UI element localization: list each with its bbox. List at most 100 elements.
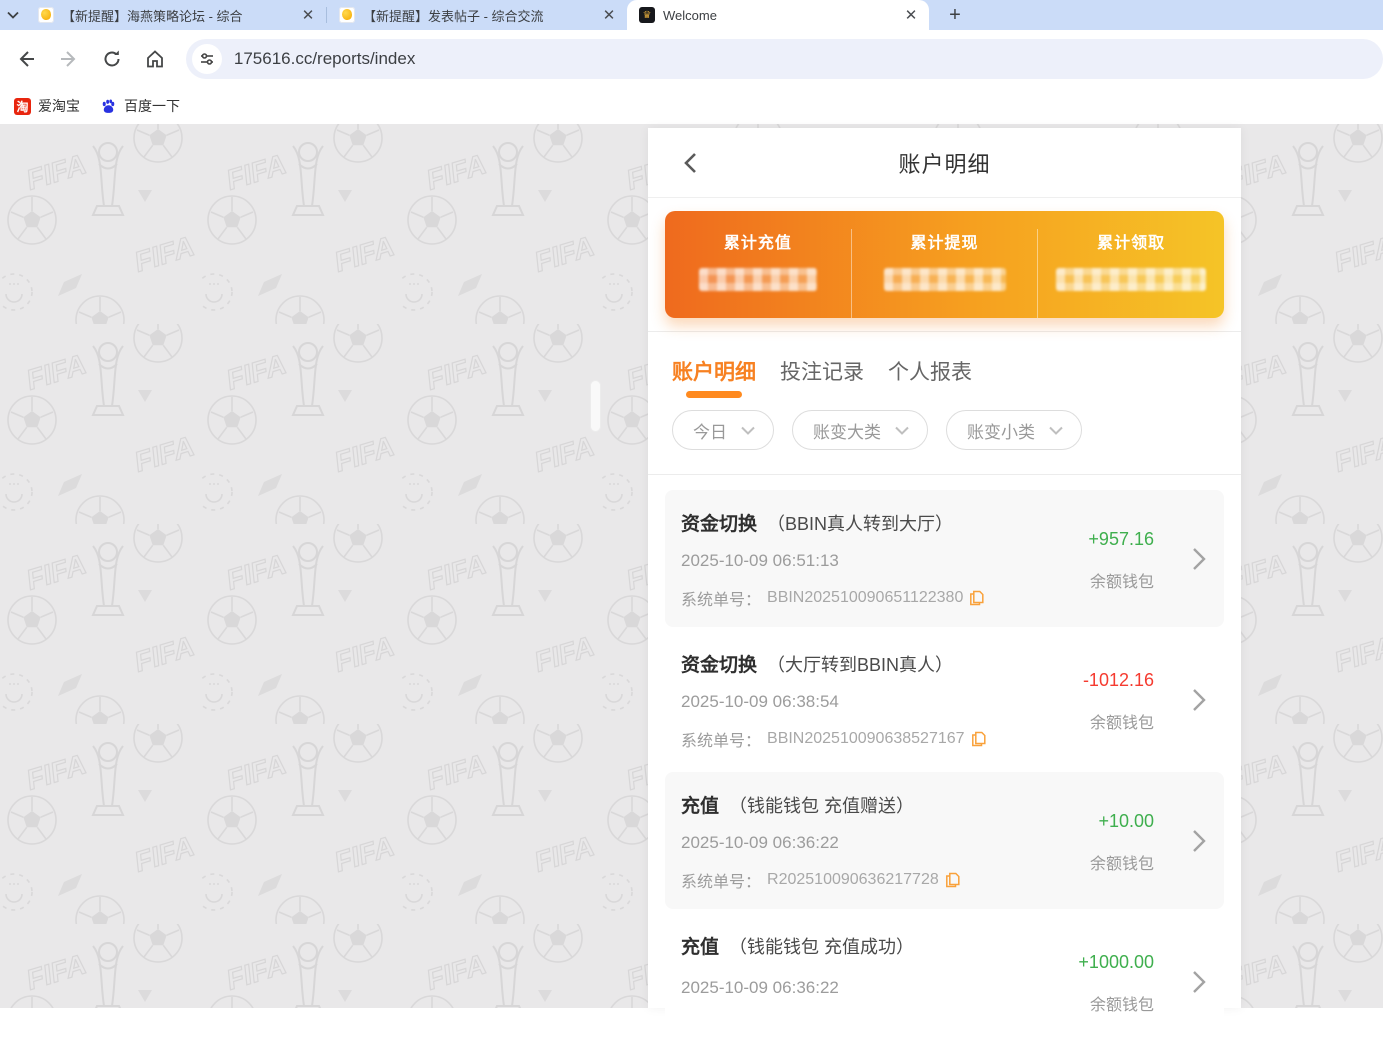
transaction-subtitle: （钱能钱包 充值成功）: [729, 933, 914, 959]
transaction-info: 资金切换 （BBIN真人转到大厅） 2025-10-09 06:51:13 系统…: [681, 509, 1014, 610]
url-text[interactable]: 175616.cc/reports/index: [234, 49, 415, 69]
chevron-down-icon: [741, 426, 755, 435]
transaction-info: 充值 （钱能钱包 充值赠送） 2025-10-09 06:36:22 系统单号：…: [681, 791, 1014, 892]
transaction-subtitle: （钱能钱包 充值赠送）: [729, 792, 914, 818]
transaction-row[interactable]: 资金切换 （BBIN真人转到大厅） 2025-10-09 06:51:13 系统…: [665, 490, 1224, 627]
transaction-datetime: 2025-10-09 06:51:13: [681, 551, 1014, 571]
bookmark-label: 百度一下: [124, 96, 180, 116]
browser-tab-1[interactable]: 【新提醒】海燕策略论坛 - 综合 ✕: [26, 0, 326, 30]
order-label: 系统单号：: [681, 727, 761, 751]
order-line: 系统单号：R202510090636217728: [681, 868, 1014, 892]
taobao-icon: 淘: [14, 98, 31, 115]
forum-favicon-icon: [38, 7, 54, 23]
summary-total-claim: 累计领取: [1037, 229, 1224, 318]
site-settings-icon[interactable]: [192, 44, 222, 74]
chevron-down-icon: [895, 426, 909, 435]
close-icon[interactable]: ✕: [601, 7, 617, 23]
page-viewport: FIFA: [0, 124, 1383, 1008]
order-number: BBIN202510090651122380: [767, 589, 963, 607]
address-bar[interactable]: 175616.cc/reports/index: [186, 39, 1383, 79]
transaction-type: 资金切换: [681, 509, 757, 536]
transaction-amount: +10.00: [1098, 811, 1154, 832]
transaction-list: 资金切换 （BBIN真人转到大厅） 2025-10-09 06:51:13 系统…: [648, 475, 1241, 1050]
order-label: 系统单号：: [681, 586, 761, 610]
transaction-amount: +1000.00: [1078, 952, 1154, 973]
chevron-right-icon[interactable]: [1192, 547, 1206, 571]
browser-tab-active[interactable]: ♛ Welcome ✕: [627, 0, 929, 30]
tab-title: Welcome: [663, 8, 895, 23]
browser-tabstrip: 【新提醒】海燕策略论坛 - 综合 ✕ 【新提醒】发表帖子 - 综合交流 ✕ ♛ …: [0, 0, 1383, 30]
back-icon[interactable]: [9, 42, 43, 76]
bookmark-baidu[interactable]: 百度一下: [90, 92, 190, 120]
transaction-wallet: 余额钱包: [1090, 568, 1154, 592]
account-detail-panel: 账户明细 累计充值 累计提现 累计领取 账: [648, 128, 1241, 1008]
transaction-datetime: 2025-10-09 06:36:22: [681, 978, 1014, 998]
summary-label: 累计领取: [1097, 229, 1165, 253]
close-icon[interactable]: ✕: [903, 7, 919, 23]
filter-date-dropdown[interactable]: 今日: [672, 410, 774, 450]
transaction-type: 充值: [681, 791, 719, 818]
transaction-info: 充值 （钱能钱包 充值成功） 2025-10-09 06:36:22: [681, 932, 1014, 1033]
forward-icon[interactable]: [52, 42, 86, 76]
copy-icon[interactable]: [945, 872, 960, 888]
transaction-info: 资金切换 （大厅转到BBIN真人） 2025-10-09 06:38:54 系统…: [681, 650, 1014, 751]
tab-title: 【新提醒】发表帖子 - 综合交流: [363, 6, 593, 25]
bookmark-label: 爱淘宝: [38, 96, 80, 116]
masked-amount: [699, 268, 817, 291]
page-title: 账户明细: [898, 147, 990, 179]
bookmark-aitaobao[interactable]: 淘 爱淘宝: [4, 92, 90, 120]
chevron-right-icon[interactable]: [1192, 688, 1206, 712]
baidu-paw-icon: [100, 98, 117, 115]
summary-label: 累计提现: [911, 229, 979, 253]
tab-list-chevron-icon[interactable]: [0, 0, 26, 30]
close-icon[interactable]: ✕: [300, 7, 316, 23]
page-tabs: 账户明细 投注记录 个人报表: [672, 356, 1217, 404]
summary-total-deposit: 累计充值: [665, 229, 851, 318]
panel-header: 账户明细: [648, 128, 1241, 198]
summary-section: 累计充值 累计提现 累计领取: [648, 198, 1241, 332]
copy-icon[interactable]: [971, 731, 986, 747]
transaction-wallet: 余额钱包: [1090, 709, 1154, 733]
transaction-row[interactable]: 充值 （钱能钱包 充值成功） 2025-10-09 06:36:22 +1000…: [665, 913, 1224, 1050]
transaction-amount-block: +1000.00 余额钱包: [1014, 932, 1154, 1033]
tab-bet-records[interactable]: 投注记录: [780, 356, 864, 404]
order-line: 系统单号： BBIN202510090638527167: [681, 727, 1014, 751]
home-icon[interactable]: [138, 42, 172, 76]
back-chevron-icon[interactable]: [674, 146, 708, 180]
filter-row: 今日 账变大类 账变小类: [672, 406, 1217, 474]
transaction-wallet: 余额钱包: [1090, 850, 1154, 874]
bookmarks-bar: 淘 爱淘宝 百度一下: [0, 88, 1383, 124]
order-line: 系统单号： BBIN202510090651122380: [681, 586, 1014, 610]
summary-card: 累计充值 累计提现 累计领取: [665, 211, 1224, 318]
masked-amount: [884, 268, 1006, 291]
filter-minor-category-dropdown[interactable]: 账变小类: [946, 410, 1082, 450]
chevron-right-icon[interactable]: [1192, 829, 1206, 853]
tabs-section: 账户明细 投注记录 个人报表 今日 账变大类 账变小类: [648, 332, 1241, 475]
tab-account-detail[interactable]: 账户明细: [672, 356, 756, 404]
tab-personal-report[interactable]: 个人报表: [888, 356, 972, 404]
scrollbar-thumb[interactable]: [590, 380, 601, 432]
order-number: BBIN202510090638527167: [767, 730, 965, 748]
forum-favicon-icon: [339, 7, 355, 23]
transaction-row[interactable]: 资金切换 （大厅转到BBIN真人） 2025-10-09 06:38:54 系统…: [665, 631, 1224, 768]
summary-total-withdraw: 累计提现: [851, 229, 1038, 318]
transaction-type: 资金切换: [681, 650, 757, 677]
transaction-datetime: 2025-10-09 06:36:22: [681, 833, 1014, 853]
filter-major-category-dropdown[interactable]: 账变大类: [792, 410, 928, 450]
transaction-amount-block: -1012.16 余额钱包: [1014, 650, 1154, 751]
copy-icon[interactable]: [969, 590, 984, 606]
active-tab-underline: [686, 391, 742, 398]
summary-label: 累计充值: [724, 229, 792, 253]
order-number: R202510090636217728: [767, 871, 939, 889]
reload-icon[interactable]: [95, 42, 129, 76]
chevron-right-icon[interactable]: [1192, 970, 1206, 994]
transaction-row[interactable]: 充值 （钱能钱包 充值赠送） 2025-10-09 06:36:22 系统单号：…: [665, 772, 1224, 909]
site-favicon-icon: ♛: [639, 7, 655, 23]
transaction-amount: +957.16: [1088, 529, 1154, 550]
browser-toolbar: 175616.cc/reports/index: [0, 30, 1383, 88]
browser-tab-2[interactable]: 【新提醒】发表帖子 - 综合交流 ✕: [327, 0, 627, 30]
transaction-datetime: 2025-10-09 06:38:54: [681, 692, 1014, 712]
new-tab-button[interactable]: +: [941, 1, 969, 29]
transaction-subtitle: （BBIN真人转到大厅）: [767, 510, 953, 536]
transaction-type: 充值: [681, 932, 719, 959]
